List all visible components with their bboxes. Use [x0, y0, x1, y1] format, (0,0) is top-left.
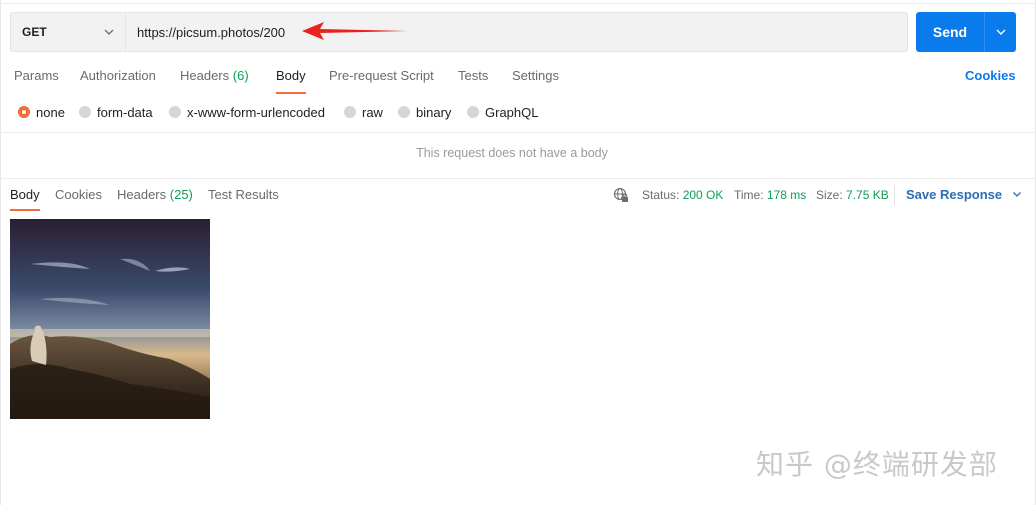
response-tab-body[interactable]: Body — [10, 181, 40, 211]
radio-none[interactable]: none — [18, 100, 65, 124]
headers-count: (6) — [232, 68, 249, 83]
watermark: 知乎 @终端研发部 — [756, 448, 998, 481]
response-tab-cookies[interactable]: Cookies — [55, 181, 102, 209]
radio-icon — [169, 106, 181, 118]
radio-urlencoded-label: x-www-form-urlencoded — [187, 104, 325, 120]
send-dropdown-toggle[interactable] — [985, 12, 1016, 52]
tab-headers-label: Headers — [180, 68, 230, 83]
radio-selected-icon — [18, 106, 30, 118]
radio-raw-label: raw — [362, 104, 383, 120]
chevron-down-icon — [104, 29, 114, 35]
tab-settings[interactable]: Settings — [512, 62, 559, 92]
globe-lock-icon[interactable] — [613, 187, 629, 203]
tab-prerequest-script[interactable]: Pre-request Script — [329, 62, 434, 92]
response-tab-headers[interactable]: Headers (25) — [117, 181, 193, 209]
size-label: Size: 7.75 KB — [816, 181, 889, 209]
tab-headers[interactable]: Headers (6) — [180, 62, 249, 92]
response-tab-test-results[interactable]: Test Results — [208, 181, 279, 209]
send-button[interactable]: Send — [916, 12, 1016, 52]
radio-icon — [398, 106, 410, 118]
response-image — [10, 219, 210, 419]
time-value[interactable]: 178 ms — [767, 188, 806, 202]
status-value[interactable]: 200 OK — [683, 188, 724, 202]
save-response-button[interactable]: Save Response — [906, 181, 1022, 209]
tab-body[interactable]: Body — [276, 62, 306, 94]
radio-graphql[interactable]: GraphQL — [467, 100, 538, 124]
radio-icon — [79, 106, 91, 118]
radio-form-data[interactable]: form-data — [79, 100, 153, 124]
method-label: GET — [22, 25, 47, 39]
radio-raw[interactable]: raw — [344, 100, 383, 124]
no-body-message: This request does not have a body — [416, 146, 608, 160]
chevron-down-icon — [996, 29, 1005, 35]
radio-form-data-label: form-data — [97, 104, 153, 120]
tab-authorization[interactable]: Authorization — [80, 62, 156, 92]
radio-graphql-label: GraphQL — [485, 104, 539, 120]
send-label: Send — [932, 24, 968, 40]
radio-binary-label: binary — [416, 104, 452, 120]
radio-binary[interactable]: binary — [398, 100, 451, 124]
status-label: Status: 200 OK — [642, 181, 723, 209]
radio-icon — [467, 106, 479, 118]
radio-icon — [344, 106, 356, 118]
divider — [894, 185, 895, 205]
size-label-text: Size: — [816, 188, 843, 202]
tab-params[interactable]: Params — [14, 62, 59, 92]
response-headers-count: (25) — [169, 187, 193, 202]
divider — [0, 132, 1036, 133]
response-tab-headers-label: Headers — [117, 187, 167, 202]
chevron-down-icon — [1012, 192, 1021, 197]
tab-tests[interactable]: Tests — [458, 62, 488, 92]
time-label-text: Time: — [734, 188, 764, 202]
method-select[interactable]: GET — [10, 12, 125, 52]
divider — [0, 178, 1036, 179]
url-input[interactable]: https://picsum.photos/200 — [125, 12, 908, 52]
save-response-label: Save Response — [906, 187, 1003, 202]
cookies-link[interactable]: Cookies — [965, 62, 1016, 90]
radio-none-label: none — [36, 104, 65, 120]
url-text: https://picsum.photos/200 — [137, 24, 286, 40]
radio-urlencoded[interactable]: x-www-form-urlencoded — [169, 100, 325, 124]
red-arrow-annotation — [302, 22, 408, 40]
time-label: Time: 178 ms — [734, 181, 806, 209]
top-divider — [0, 3, 1036, 4]
status-label-text: Status: — [642, 188, 680, 202]
size-value[interactable]: 7.75 KB — [846, 188, 889, 202]
